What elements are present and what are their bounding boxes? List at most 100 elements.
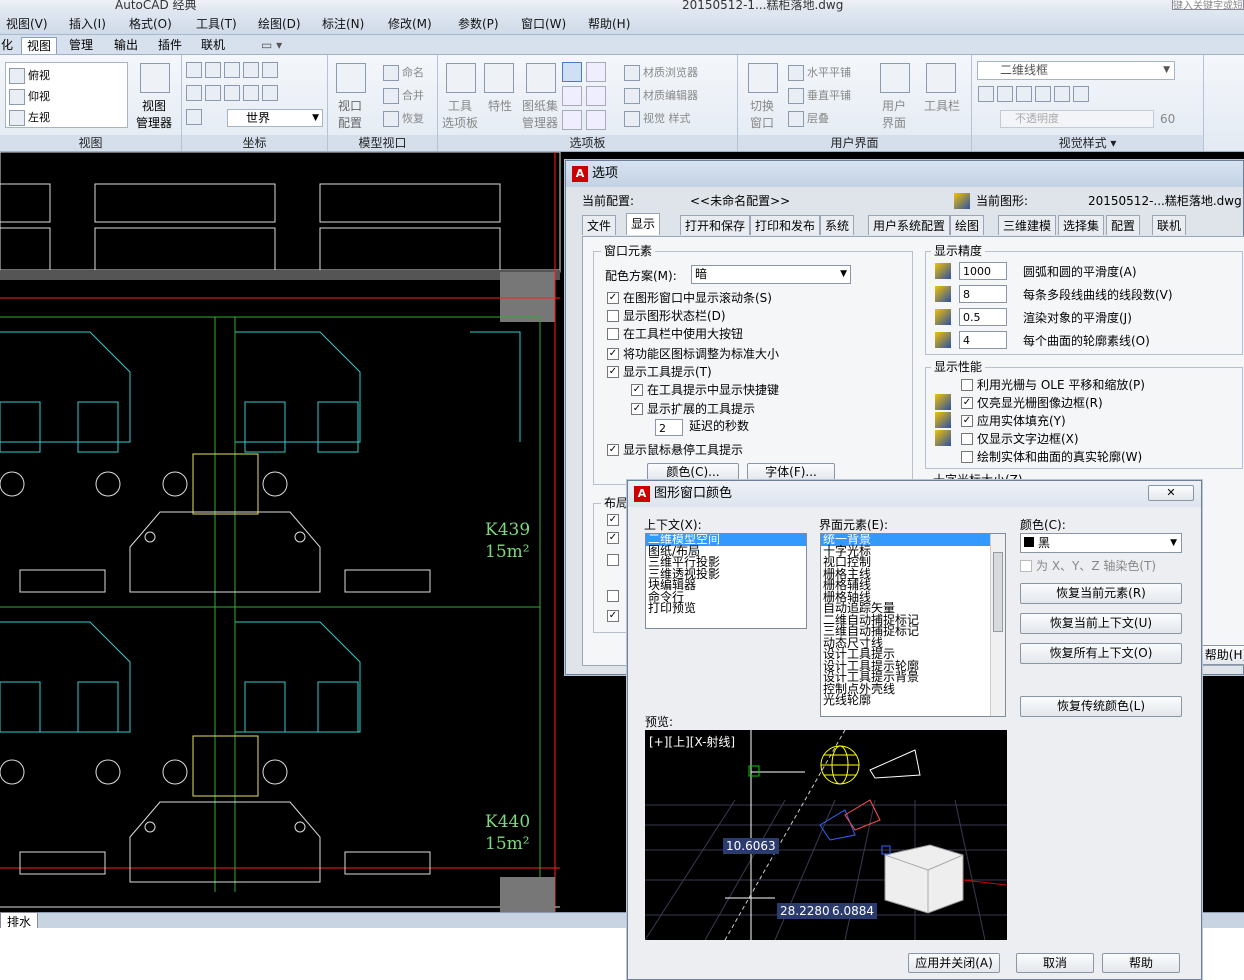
checkbox[interactable] [607,553,619,566]
check-scrollbars[interactable]: 在图形窗口中显示滚动条(S) [607,289,772,306]
search-input[interactable]: 键入关键字或短语 [1172,0,1244,10]
perf-check-solid-fill[interactable]: 应用实体填充(Y) [961,412,1066,429]
checkbox[interactable] [961,396,973,409]
external-refs-icon[interactable] [586,110,606,130]
color-scheme-select[interactable]: 暗 ▼ [691,265,851,284]
tab-view[interactable]: 视图 [21,37,58,54]
context-list[interactable]: 二维模型空间 图纸/布局 三维平行投影 三维透视投影 块编辑器 命令行 打印预览 [645,533,807,629]
menu-draw[interactable]: 绘图(D) [258,15,301,32]
check-ribbon-icons[interactable]: 将功能区图标调整为标准大小 [607,345,779,362]
checkbox[interactable] [961,414,973,427]
panel-toggle-icon[interactable]: ▭ ▾ [256,37,287,54]
checkbox[interactable] [961,378,973,391]
edge-style-icon[interactable] [978,86,994,102]
tab-online[interactable]: 联机 [196,37,230,54]
sun-icon[interactable] [1054,86,1070,102]
tab-user-prefs[interactable]: 用户系统配置 [868,215,951,235]
checkbox[interactable] [607,609,619,622]
apply-close-button[interactable]: 应用并关闭(A) [908,953,1000,973]
workspace-name[interactable]: AutoCAD 经典 [115,0,197,12]
tab-open-save[interactable]: 打开和保存 [680,215,751,235]
restore-viewports[interactable]: 恢复 [402,112,424,125]
check-rollover-tooltips[interactable]: 显示鼠标悬停工具提示 [607,441,743,458]
ucs-icon[interactable] [262,62,278,78]
menu-window[interactable]: 窗口(W) [521,15,566,32]
tab-3d-modeling[interactable]: 三维建模 [998,215,1057,235]
tile-horizontal[interactable]: 水平平铺 [807,66,851,79]
layout-check-3[interactable] [607,553,623,567]
visual-style-select[interactable]: 二维线框 ▼ [977,61,1175,80]
ucs-icon[interactable] [186,109,202,125]
menu-parametric[interactable]: 参数(P) [458,15,499,32]
color-select[interactable]: 黑 ▼ [1020,533,1182,553]
colors-button[interactable]: 颜色(C)... [647,463,739,481]
perf-check-raster-frame[interactable]: 仅亮显光栅图像边框(R) [961,394,1103,411]
opacity-slider[interactable]: 不透明度 [1000,110,1154,128]
check-tooltip-shortcuts[interactable]: 在工具提示中显示快捷键 [631,381,779,398]
checkbox[interactable] [607,513,619,526]
tab-online[interactable]: 联机 [1152,215,1187,235]
markup-icon[interactable] [562,86,582,106]
switch-windows-button[interactable]: 切换 窗口 [750,97,774,131]
join-viewports[interactable]: 合并 [402,89,424,102]
restore-current-context-button[interactable]: 恢复当前上下文(U) [1020,613,1182,634]
tab-plot-publish[interactable]: 打印和发布 [750,215,821,235]
tab-display[interactable]: 显示 [626,213,661,235]
menu-tools[interactable]: 工具(T) [196,15,237,32]
ucs-icon[interactable] [243,85,259,101]
menu-modify[interactable]: 修改(M) [388,15,432,32]
tab-files[interactable]: 文件 [582,215,617,235]
perf-check-raster-ole[interactable]: 利用光栅与 OLE 平移和缩放(P) [961,376,1145,393]
check-extended-tooltips[interactable]: 显示扩展的工具提示 [631,400,755,417]
arc-smoothness-input[interactable]: 1000 [959,262,1007,280]
layout-check-5[interactable] [607,609,623,623]
view-left[interactable]: 左视 [28,111,50,124]
ucs-icon[interactable] [224,85,240,101]
scrollbar-thumb[interactable] [993,552,1003,632]
layout-check-4[interactable] [607,589,623,603]
material-browser[interactable]: 材质浏览器 [643,66,698,79]
view-manager-button[interactable]: 视图 管理器 [136,97,172,131]
menu-format[interactable]: 格式(O) [129,15,172,32]
user-interface-button[interactable]: 用户 界面 [882,97,906,131]
design-center-icon[interactable] [586,62,606,82]
ucs-icon[interactable] [262,85,278,101]
ucs-icon[interactable] [186,85,202,101]
delay-seconds-input[interactable]: 2 [655,419,683,436]
named-viewports[interactable]: 命名 [402,66,424,79]
dbconnect-icon[interactable] [562,110,582,130]
sphere-icon[interactable] [1073,86,1089,102]
restore-current-element-button[interactable]: 恢复当前元素(R) [1020,583,1182,604]
menu-help[interactable]: 帮助(H) [588,15,630,32]
view-top[interactable]: 俯视 [28,69,50,82]
color-icon[interactable] [1016,86,1032,102]
view-bottom[interactable]: 仰视 [28,90,50,103]
properties-button[interactable]: 特性 [488,97,512,114]
contour-lines-input[interactable]: 4 [959,331,1007,349]
menu-dimension[interactable]: 标注(N) [322,15,364,32]
tab-partial[interactable]: 化 [0,37,18,54]
check-large-buttons[interactable]: 在工具栏中使用大按钮 [607,325,743,342]
tab-manage[interactable]: 管理 [64,37,98,54]
restore-all-contexts-button[interactable]: 恢复所有上下文(O) [1020,643,1182,664]
perf-check-text-boundary[interactable]: 仅显示文字边框(X) [961,430,1079,447]
view-list[interactable]: 俯视 仰视 左视 [5,62,128,128]
tab-output[interactable]: 输出 [109,37,143,54]
visual-styles[interactable]: 视觉 样式 [643,112,691,125]
checkbox[interactable] [607,589,619,602]
ucs-icon[interactable] [224,62,240,78]
layout-check-2[interactable] [607,531,623,545]
ucs-icon[interactable] [205,62,221,78]
close-icon[interactable]: ✕ [1148,485,1194,501]
check-status-bar[interactable]: 显示图形状态栏(D) [607,307,726,324]
command-line-icon[interactable] [562,62,582,82]
restore-classic-colors-button[interactable]: 恢复传统颜色(L) [1020,696,1182,717]
render-smoothness-input[interactable]: 0.5 [959,308,1007,326]
ucs-icon[interactable] [243,62,259,78]
checkbox[interactable] [607,365,619,378]
menu-view[interactable]: 视图(V) [6,15,48,32]
tab-plugins[interactable]: 插件 [153,37,187,54]
list-item[interactable]: 光线轮廓 [821,694,1005,707]
calculator-icon[interactable] [586,86,606,106]
tile-vertical[interactable]: 垂直平铺 [807,89,851,102]
